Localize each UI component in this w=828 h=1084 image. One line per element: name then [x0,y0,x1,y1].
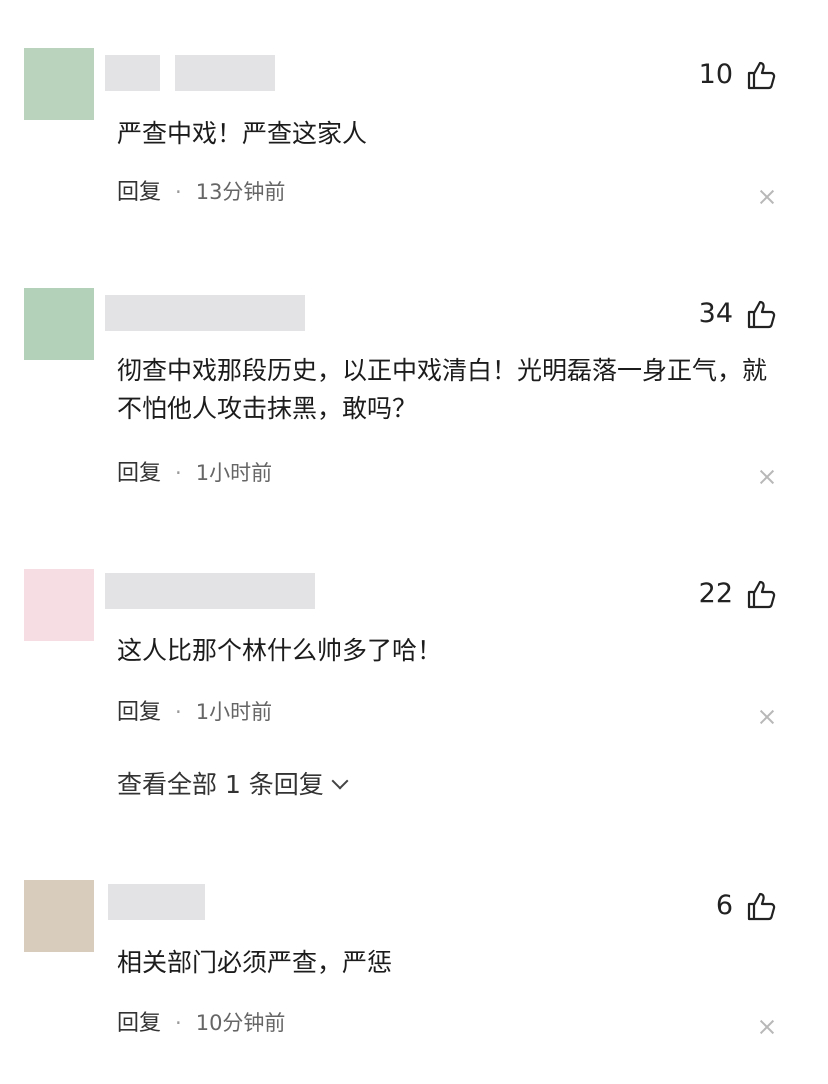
close-icon[interactable] [760,190,774,204]
thumbs-up-icon[interactable] [746,298,776,330]
timestamp: 1小时前 [195,461,273,485]
separator-dot: · [175,180,182,204]
comment-meta: 回复 · 13分钟前 [117,177,285,208]
close-icon[interactable] [760,1020,774,1034]
like-count: 22 [698,578,733,609]
username-blurred[interactable] [108,884,205,920]
username-blurred[interactable] [105,55,160,91]
thumbs-up-icon[interactable] [746,59,776,91]
reply-button[interactable]: 回复 [117,1011,161,1036]
comment-meta: 回复 · 10分钟前 [117,1008,285,1039]
like-count: 10 [698,59,733,90]
separator-dot: · [175,1011,182,1035]
view-all-replies-link[interactable]: 查看全部 1 条回复 [117,768,349,802]
avatar[interactable] [24,569,94,641]
thumbs-up-icon[interactable] [746,890,776,922]
view-all-replies-label: 查看全部 1 条回复 [117,770,324,799]
reply-button[interactable]: 回复 [117,461,161,486]
username-blurred[interactable] [105,295,305,331]
username-blurred[interactable] [105,573,315,609]
username-blurred[interactable] [175,55,275,91]
timestamp: 10分钟前 [195,1011,286,1035]
separator-dot: · [175,461,182,485]
timestamp: 13分钟前 [195,180,286,204]
comment-text: 相关部门必须严查，严惩 [117,948,393,977]
separator-dot: · [175,700,182,724]
avatar[interactable] [24,48,94,120]
like-count: 34 [698,298,733,329]
thumbs-up-icon[interactable] [746,578,776,610]
avatar[interactable] [24,288,94,360]
close-icon[interactable] [760,470,774,484]
chevron-down-icon [331,772,349,790]
avatar[interactable] [24,880,94,952]
timestamp: 1小时前 [195,700,273,724]
comment-meta: 回复 · 1小时前 [117,458,272,489]
comment-text: 严查中戏！严查这家人 [117,119,368,148]
reply-button[interactable]: 回复 [117,700,161,725]
like-count: 6 [715,890,733,921]
comment-text: 彻查中戏那段历史，以正中戏清白！光明磊落一身正气，就不怕他人攻击抹黑，敢吗？ [117,356,768,423]
close-icon[interactable] [760,710,774,724]
comment-meta: 回复 · 1小时前 [117,697,272,728]
reply-button[interactable]: 回复 [117,180,161,205]
comment-text: 这人比那个林什么帅多了哈！ [117,636,443,665]
